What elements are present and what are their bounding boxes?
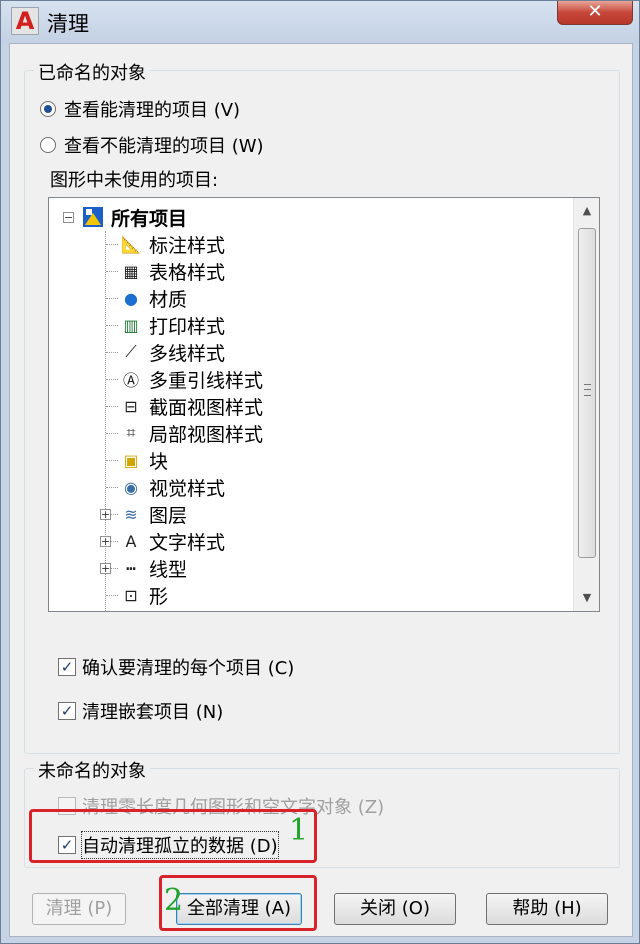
annotation-box-1 — [29, 809, 317, 863]
tree-item[interactable]: 📐 标注样式 — [119, 231, 225, 257]
expand-icon[interactable]: + — [100, 536, 111, 547]
scroll-down-icon[interactable]: ▼ — [574, 587, 599, 609]
tree-item-label: 标注样式 — [149, 234, 226, 257]
radio-selected-icon — [40, 101, 56, 117]
tree-connector — [106, 244, 118, 245]
purge-dialog: A 清理 ✕ 已命名的对象 查看能清理的项目 (V) 查看不能清理的项目 (W)… — [0, 0, 640, 944]
checkmark-icon: ✓ — [58, 702, 76, 720]
tree-item-label: 组 — [149, 609, 168, 612]
tree-connector — [106, 487, 118, 488]
tree-connector — [106, 325, 118, 326]
scroll-thumb[interactable] — [578, 228, 596, 558]
tree-item[interactable]: Ⓐ 多重引线样式 — [119, 366, 263, 392]
tree-item[interactable]: ⊡ 形 — [119, 582, 168, 608]
grip-icon — [584, 384, 591, 396]
tree-connector — [105, 231, 106, 611]
help-button[interactable]: 帮助 (H) — [486, 893, 608, 925]
tree-label: 图形中未使用的项目: — [50, 170, 219, 191]
view-nonpurgeable-radio[interactable]: 查看不能清理的项目 (W) — [40, 132, 264, 158]
tree-item-label: 多重引线样式 — [149, 369, 264, 392]
dialog-body: 已命名的对象 查看能清理的项目 (V) 查看不能清理的项目 (W) 图形中未使用… — [9, 43, 633, 937]
tree-item[interactable]: ⌗ 局部视图样式 — [119, 420, 263, 446]
tree-item[interactable]: ▥ 打印样式 — [119, 312, 225, 338]
collapse-icon[interactable]: − — [63, 212, 74, 223]
tree-item-label: 块 — [149, 450, 169, 473]
expand-icon[interactable]: + — [100, 563, 111, 574]
named-objects-title: 已命名的对象 — [34, 59, 150, 85]
detail-view-style-icon: ⌗ — [126, 423, 136, 442]
tree-item-label: 多线样式 — [149, 342, 226, 365]
view-nonpurgeable-label: 查看不能清理的项目 (W) — [64, 136, 264, 157]
radio-unselected-icon — [40, 137, 56, 153]
unnamed-objects-title: 未命名的对象 — [34, 757, 150, 783]
material-icon: ● — [124, 288, 138, 308]
title-bar[interactable]: A 清理 ✕ — [1, 1, 639, 43]
group-icon: ▤ — [119, 610, 143, 611]
tree-item-label: 打印样式 — [149, 315, 226, 338]
tree-item[interactable]: ▣ 块 — [119, 447, 168, 473]
tree-root-all-items[interactable]: 所有项目 — [81, 204, 187, 230]
close-window-button[interactable]: ✕ — [557, 1, 633, 25]
plot-style-icon: ▥ — [123, 315, 139, 335]
shape-icon: ⊡ — [124, 585, 138, 605]
expand-icon[interactable]: + — [100, 509, 111, 520]
dimension-style-icon: 📐 — [121, 234, 141, 254]
tree-item-label: 形 — [149, 585, 169, 608]
purge-nested-label: 清理嵌套项目 (N) — [82, 702, 224, 723]
tree-item-label: 局部视图样式 — [149, 423, 264, 446]
tree-connector — [106, 352, 118, 353]
view-purgeable-label: 查看能清理的项目 (V) — [64, 100, 241, 121]
tree-connector — [106, 298, 118, 299]
all-items-icon — [81, 205, 105, 229]
confirm-each-checkbox[interactable]: ✓ 确认要清理的每个项目 (C) — [58, 654, 294, 680]
tree-connector — [106, 460, 118, 461]
scroll-up-icon[interactable]: ▲ — [574, 200, 599, 222]
view-purgeable-radio[interactable]: 查看能清理的项目 (V) — [40, 96, 240, 122]
tree-item[interactable]: ┅ 线型 — [119, 555, 187, 581]
annotation-number-2: 2 — [164, 883, 184, 918]
tree-connector — [106, 406, 118, 407]
tree-item[interactable]: ● 材质 — [119, 285, 187, 311]
autocad-logo-icon: A — [11, 7, 39, 35]
layer-icon: ≋ — [124, 504, 138, 524]
tree-root-label: 所有项目 — [111, 207, 188, 230]
confirm-each-label: 确认要清理的每个项目 (C) — [82, 658, 295, 679]
tree-connector — [106, 595, 118, 596]
multiline-style-icon: ⟋ — [125, 342, 137, 361]
multileader-style-icon: Ⓐ — [122, 371, 139, 390]
unused-items-tree[interactable]: − 所有项目 📐 标注样式 ▦ 表格样式 ● 材质 ▥ 打印样式 ⟋ 多线样式 Ⓐ 多重引线样式 ⊟ 截面… — [48, 197, 600, 612]
tree-item[interactable]: ≋ 图层 — [119, 501, 187, 527]
tree-item[interactable]: ⟋ 多线样式 — [119, 339, 225, 365]
tree-item-label: 图层 — [149, 504, 188, 527]
tree-connector — [106, 379, 118, 380]
table-style-icon: ▦ — [123, 261, 139, 281]
tree-item[interactable]: ◉ 视觉样式 — [119, 474, 225, 500]
tree-item-label: 表格样式 — [149, 261, 226, 284]
tree-item-label: 线型 — [149, 558, 188, 581]
tree-item[interactable]: A 文字样式 — [119, 528, 226, 554]
annotation-number-1: 1 — [289, 813, 309, 848]
linetype-icon: ┅ — [126, 558, 136, 578]
tree-connector — [106, 433, 118, 434]
tree-item[interactable]: ▦ 表格样式 — [119, 258, 225, 284]
tree-scrollbar[interactable]: ▲ ▼ — [573, 198, 599, 611]
purge-nested-checkbox[interactable]: ✓ 清理嵌套项目 (N) — [58, 698, 223, 724]
section-view-style-icon: ⊟ — [124, 396, 138, 416]
tree-item-label: 截面视图样式 — [149, 396, 264, 419]
close-button[interactable]: 关闭 (O) — [334, 893, 456, 925]
checkmark-icon: ✓ — [58, 658, 76, 676]
purge-button[interactable]: 清理 (P) — [32, 893, 126, 925]
tree-connector — [106, 271, 118, 272]
window-title: 清理 — [47, 12, 89, 36]
tree-item[interactable]: ▤组 — [119, 609, 168, 612]
tree-item-label: 视觉样式 — [149, 477, 226, 500]
visual-style-icon: ◉ — [124, 477, 138, 497]
tree-item[interactable]: ⊟ 截面视图样式 — [119, 393, 263, 419]
tree-item-label: 材质 — [149, 288, 188, 311]
tree-item-label: 文字样式 — [149, 531, 226, 554]
block-icon: ▣ — [123, 450, 139, 470]
text-style-icon: A — [125, 531, 137, 551]
